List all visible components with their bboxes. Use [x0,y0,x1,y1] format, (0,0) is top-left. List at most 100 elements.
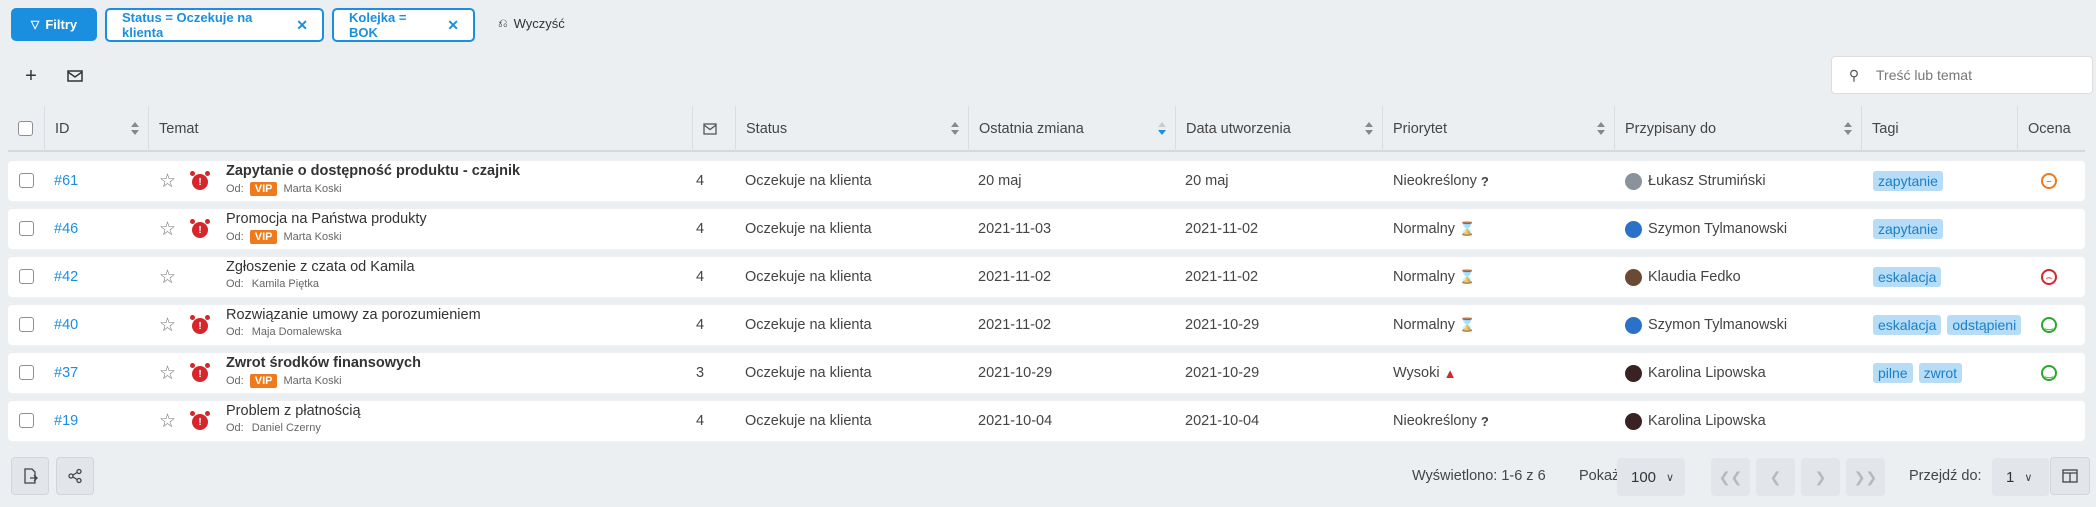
avatar [1625,316,1642,334]
ticket-from: Od: VIP Marta Koski [226,230,342,244]
columns-toggle-button[interactable] [2050,457,2090,495]
star-icon[interactable]: ☆ [159,266,176,289]
column-priority[interactable]: Priorytet [1382,106,1614,152]
select-all-checkbox[interactable] [18,121,33,136]
hourglass-icon: ⌛ [1459,317,1476,332]
column-tags[interactable]: Tagi [1861,106,2017,152]
avatar [1625,268,1642,286]
column-priority-label: Priorytet [1393,121,1447,137]
column-messages[interactable] [692,106,735,152]
share-icon [68,468,82,484]
ticket-subject-link[interactable]: Zwrot środków finansowych [226,355,421,371]
first-page-button[interactable]: ❮❮ [1711,458,1750,496]
next-page-button[interactable]: ❯ [1801,458,1840,496]
last-change-date: 2021-11-03 [978,221,1052,237]
sender-name: Kamila Piętka [251,278,319,290]
table-row[interactable]: #40 ☆! Rozwiązanie umowy za porozumieniem O… [8,305,2085,345]
filter-chip-status[interactable]: Status = Oczekuje na klienta ✕ [105,8,324,42]
ticket-from: Od: VIP Marta Koski [226,182,342,196]
tag-badge[interactable]: eskalacja [1873,267,1942,287]
ticket-id-link[interactable]: #40 [54,317,78,333]
column-id[interactable]: ID [44,106,148,152]
ticket-subject-link[interactable]: Zgłoszenie z czata od Kamila [226,259,415,275]
column-last-change[interactable]: Ostatnia zmiana [968,106,1175,152]
tag-badge[interactable]: zapytanie [1873,219,1943,239]
tag-badge[interactable]: eskalacja [1873,315,1942,335]
vip-badge: VIP [249,182,278,196]
close-icon[interactable]: ✕ [447,17,459,34]
columns-icon [2062,469,2078,483]
sort-icon [130,121,140,137]
tag-badge[interactable]: zwrot [1918,363,1963,383]
last-page-button[interactable]: ❯❯ [1846,458,1885,496]
last-change-date: 2021-10-29 [978,365,1053,381]
row-checkbox[interactable] [19,269,34,284]
share-button[interactable] [56,457,94,495]
column-created[interactable]: Data utworzenia [1175,106,1382,152]
filters-button[interactable]: ▽ Filtry [11,8,97,41]
goto-page-label: Przejdź do: [1909,468,1982,484]
column-rating[interactable]: Ocena [2017,106,2085,152]
ticket-status: Oczekuje na klienta [745,269,872,285]
ticket-status: Oczekuje na klienta [745,221,872,237]
ticket-subject-link[interactable]: Rozwiązanie umowy za porozumieniem [226,307,481,323]
created-date: 2021-10-29 [1185,365,1260,381]
row-checkbox[interactable] [19,317,34,332]
export-icon [24,468,38,484]
search-input[interactable] [1876,67,2076,83]
star-icon[interactable]: ☆ [159,314,176,337]
filter-chip-queue[interactable]: Kolejka = BOK ✕ [332,8,475,42]
tag-badge[interactable]: pilne [1873,363,1913,383]
goto-page-value: 1 [2006,468,2015,486]
avatar [1625,220,1642,238]
page-size-value: 100 [1631,468,1657,486]
alarm-clock-icon: ! [190,171,210,190]
double-chevron-left-icon: ❮❮ [1718,468,1743,485]
ticket-id-link[interactable]: #37 [54,365,78,381]
row-checkbox[interactable] [19,173,34,188]
shown-count: Wyświetlono: 1-6 z 6 [1412,468,1546,484]
table-row[interactable]: #46 ☆! Promocja na Państwa produkty Od: VIP M… [8,209,2085,249]
table-row[interactable]: #61 ☆! Zapytanie o dostępność produktu - c… [8,161,2085,201]
table-row[interactable]: #19 ☆! Problem z płatnością Od: Daniel Czern… [8,401,2085,441]
ticket-id-link[interactable]: #19 [54,413,78,429]
goto-page-select[interactable]: 1 ∨ [1992,458,2049,496]
ticket-subject-link[interactable]: Promocja na Państwa produkty [226,211,427,227]
table-row[interactable]: #42 ☆ Zgłoszenie z czata od Kamila Od: Kamil… [8,257,2085,297]
ticket-from: Od: Daniel Czerny [226,422,321,434]
table-row[interactable]: #37 ☆! Zwrot środków finansowych Od: VIP Mart… [8,353,2085,393]
clear-filters-button[interactable]: ⎌ Wyczyść [498,16,565,31]
page-size-select[interactable]: 100 ∨ [1617,458,1685,496]
ticket-id-link[interactable]: #61 [54,173,78,189]
column-assigned[interactable]: Przypisany do [1614,106,1861,152]
row-checkbox[interactable] [19,413,34,428]
star-icon[interactable]: ☆ [159,362,176,385]
star-icon[interactable]: ☆ [159,170,176,193]
ticket-id-link[interactable]: #46 [54,221,78,237]
ticket-id-link[interactable]: #42 [54,269,78,285]
alarm-clock-icon: ! [190,315,210,334]
ticket-subject-link[interactable]: Problem z płatnością [226,403,361,419]
row-checkbox[interactable] [19,365,34,380]
column-status[interactable]: Status [735,106,968,152]
tag-badge[interactable]: zapytanie [1873,171,1943,191]
eraser-icon: ⎌ [498,16,508,30]
star-icon[interactable]: ☆ [159,410,176,433]
row-checkbox[interactable] [19,221,34,236]
ticket-subject-link[interactable]: Zapytanie o dostępność produktu - czajni… [226,163,520,179]
chevron-left-icon: ❮ [1769,468,1782,485]
sender-name: Maja Domalewska [251,326,342,338]
column-subject[interactable]: Temat [148,106,692,152]
add-ticket-button[interactable]: + [16,61,46,91]
compose-mail-button[interactable] [60,61,90,91]
filter-icon: ▽ [30,19,40,31]
search-box[interactable]: ⚲ [1831,56,2093,94]
export-button[interactable] [11,457,49,495]
sort-desc-icon [1157,121,1167,137]
star-icon[interactable]: ☆ [159,218,176,241]
close-icon[interactable]: ✕ [296,17,308,34]
sort-icon [950,121,960,137]
tag-badge[interactable]: odstąpieni [1947,315,2021,335]
table-header: ID Temat Status Ostatnia zmiana Data utw… [8,106,2085,152]
prev-page-button[interactable]: ❮ [1756,458,1795,496]
